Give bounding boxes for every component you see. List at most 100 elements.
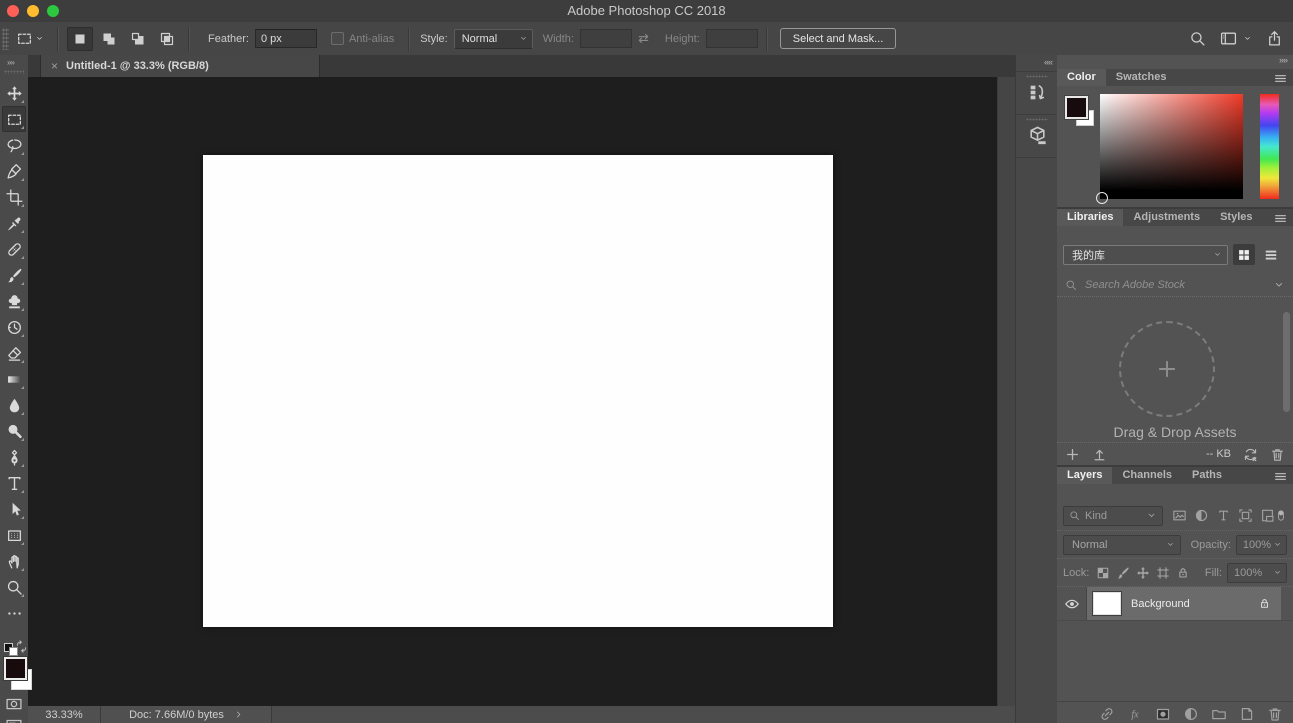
link-icon[interactable] [1099,706,1115,722]
layer-row[interactable]: Background [1057,587,1293,621]
drop-assets-target[interactable] [1119,321,1215,417]
dodge-tool[interactable] [2,418,26,444]
toolbar-expand-button[interactable]: »» [0,55,28,67]
canvas-vertical-scrollbar[interactable] [997,77,1016,706]
canvas-area[interactable] [28,77,997,706]
dock-expand-button[interactable]: «« [1016,55,1058,67]
fill-input[interactable]: 100% [1227,562,1287,583]
screen-mode-button[interactable] [4,716,24,723]
crop-tool[interactable] [2,184,26,210]
quick-mask-button[interactable] [4,695,24,712]
adobe-stock-search-input[interactable] [1083,278,1267,292]
tab-paths[interactable]: Paths [1182,467,1232,484]
lasso-tool[interactable] [2,132,26,158]
add-selection-button[interactable] [96,27,122,51]
layer-filter-kind-select[interactable]: Kind [1063,505,1163,526]
doc-info-field[interactable]: Doc: 7.66M/0 bytes [101,706,272,723]
mask-icon[interactable] [1155,706,1171,722]
layer-visibility-toggle[interactable] [1057,587,1087,620]
new-selection-button[interactable] [67,26,93,51]
lock-move-icon[interactable] [1136,566,1150,580]
history-panel-button[interactable] [1016,71,1058,115]
color-field[interactable] [1096,94,1243,204]
hand-tool[interactable] [2,548,26,574]
move-tool[interactable] [2,80,26,106]
adjustment-icon[interactable] [1183,706,1199,722]
tool-preset-picker[interactable] [11,27,49,50]
style-select[interactable]: Normal [453,28,533,49]
lock-paint-icon[interactable] [1116,566,1130,580]
color-panel-menu-icon[interactable] [1274,72,1287,85]
share-icon[interactable] [1266,30,1283,47]
clone-stamp-tool[interactable] [2,288,26,314]
library-select[interactable]: 我的库 [1063,244,1228,265]
anti-alias-checkbox[interactable] [330,32,344,45]
toolbar-grip[interactable] [4,70,24,74]
eraser-tool[interactable] [2,340,26,366]
adjustment-filter-icon[interactable] [1194,508,1209,523]
opacity-input[interactable]: 100% [1235,534,1287,555]
edit-toolbar[interactable] [2,600,26,626]
list-view-button[interactable] [1260,244,1282,265]
layer-name[interactable]: Background [1131,598,1190,610]
search-icon[interactable] [1189,30,1206,47]
filter-toggle-switch[interactable] [1275,508,1287,523]
zoom-level-field[interactable]: 33.33% [28,706,101,723]
subtract-selection-button[interactable] [125,27,151,51]
foreground-color-swatch[interactable] [4,657,27,680]
chevron-down-icon[interactable] [1273,279,1285,291]
tab-swatches[interactable]: Swatches [1106,69,1177,86]
spot-healing-brush-tool[interactable] [2,236,26,262]
blur-tool[interactable] [2,392,26,418]
hue-ramp[interactable] [1260,94,1279,199]
gradient-tool[interactable] [2,366,26,392]
folder-icon[interactable] [1211,706,1227,722]
layer-thumbnail[interactable] [1093,592,1121,615]
blend-mode-select[interactable]: Normal [1063,534,1181,555]
panels-collapse-button[interactable]: »» [1279,55,1288,65]
3d-panel-button[interactable] [1016,115,1058,158]
tab-adjustments[interactable]: Adjustments [1123,209,1210,226]
type-filter-icon[interactable] [1216,508,1231,523]
close-tab-button[interactable]: × [51,59,58,73]
libraries-panel-menu-icon[interactable] [1274,212,1287,225]
type-tool[interactable] [2,470,26,496]
document-canvas[interactable] [203,155,833,627]
rectangular-marquee-tool[interactable] [2,106,26,132]
lock-transparent-icon[interactable] [1096,566,1110,580]
lock-artboard-icon[interactable] [1156,566,1170,580]
select-and-mask-button[interactable]: Select and Mask... [779,28,897,49]
quick-selection-tool[interactable] [2,158,26,184]
libraries-scrollbar[interactable] [1283,312,1290,412]
color-field-cursor[interactable] [1096,192,1108,204]
upload-icon[interactable] [1092,447,1107,462]
tab-libraries[interactable]: Libraries [1057,209,1124,226]
chevron-right-icon[interactable] [234,710,243,719]
brush-tool[interactable] [2,262,26,288]
image-filter-icon[interactable] [1172,508,1187,523]
pen-tool[interactable] [2,444,26,470]
trash-icon[interactable] [1267,706,1283,722]
tab-channels[interactable]: Channels [1112,467,1182,484]
new-layer-icon[interactable] [1239,706,1255,722]
tab-styles[interactable]: Styles [1210,209,1262,226]
intersect-selection-button[interactable] [154,27,180,51]
frame-filter-icon[interactable] [1238,508,1253,523]
document-tab[interactable]: × Untitled-1 @ 33.3% (RGB/8) [40,55,320,77]
history-brush-tool[interactable] [2,314,26,340]
fx-icon[interactable]: fx [1127,706,1143,722]
plus-icon[interactable] [1065,447,1080,462]
swap-colors-icon[interactable] [15,640,28,653]
path-selection-tool[interactable] [2,496,26,522]
workspace-switcher-icon[interactable] [1220,30,1237,47]
trash-icon[interactable] [1270,447,1285,462]
height-input[interactable] [705,29,758,48]
layers-panel-menu-icon[interactable] [1274,470,1287,483]
feather-input[interactable] [254,29,317,48]
tab-color[interactable]: Color [1057,69,1106,86]
width-input[interactable] [579,29,632,48]
sync-disabled-icon[interactable] [1243,447,1258,462]
foreground-color-swatch[interactable] [1065,96,1088,119]
zoom-tool[interactable] [2,574,26,600]
lock-all-icon[interactable] [1176,566,1190,580]
